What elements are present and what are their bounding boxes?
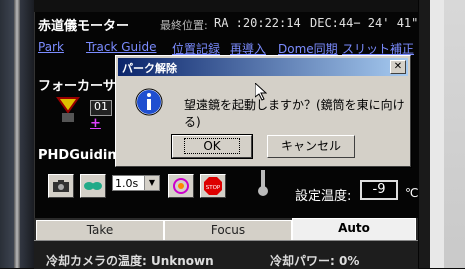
stop-button[interactable]: STOP — [200, 174, 226, 198]
close-icon[interactable]: ✕ — [390, 60, 406, 74]
dialog-message: 望遠鏡を起動しますか？(鏡筒を東に向ける) — [184, 98, 405, 129]
wallpaper-rod — [14, 0, 20, 268]
track-guide-link[interactable]: Track Guide — [86, 40, 156, 54]
exposure-value: 1.0s — [115, 177, 139, 190]
camera-button[interactable] — [48, 174, 74, 198]
set-temperature-label: 設定温度: — [295, 189, 352, 204]
panel-top-strip — [34, 0, 418, 12]
loop-button[interactable] — [80, 174, 106, 198]
camera-icon — [53, 180, 69, 192]
tab-focus[interactable]: Focus — [164, 220, 292, 240]
dialog-title: パーク解除 — [122, 62, 177, 75]
cancel-button[interactable]: キャンセル — [267, 135, 355, 158]
thermometer-icon — [255, 170, 271, 196]
chevron-down-icon[interactable]: ▼ — [144, 176, 159, 190]
set-temperature-input[interactable]: -9 — [360, 180, 398, 200]
park-release-dialog: パーク解除 ✕ 望遠鏡を起動しますか？(鏡筒を東に向ける) OK キャンセル — [115, 55, 411, 167]
mouse-cursor-icon — [254, 81, 268, 101]
tab-take[interactable]: Take — [36, 220, 164, 240]
tab-auto[interactable]: Auto — [292, 218, 416, 240]
focuser-plus-button[interactable]: + — [90, 116, 101, 131]
info-icon — [134, 87, 164, 117]
temperature-unit: ℃ — [405, 186, 419, 200]
exposure-select[interactable]: 1.0s ▼ — [112, 175, 160, 191]
desktop-window-edge — [444, 0, 465, 268]
focuser-logo-icon — [56, 96, 80, 124]
camera-temperature-status: 冷却カメラの温度: Unknown — [46, 254, 214, 268]
mount-section-title: 赤道儀モーター — [38, 19, 130, 34]
phd-section-title: PHDGuiding — [38, 148, 126, 163]
guide-button[interactable] — [168, 174, 194, 198]
park-link[interactable]: Park — [38, 40, 64, 54]
focuser-step-value[interactable]: 01 — [90, 100, 112, 116]
focuser-section-title: フォーカーサ — [38, 79, 116, 94]
last-position-label: 最終位置: — [160, 19, 208, 32]
stop-icon: STOP — [204, 177, 222, 195]
ok-button-label: OK — [184, 138, 240, 154]
ra-readout: RA :20:22:14 — [214, 16, 301, 30]
dialog-titlebar[interactable]: パーク解除 ✕ — [118, 58, 408, 76]
cooler-power-status: 冷却パワー: 0% — [270, 254, 360, 268]
glasses-icon — [84, 182, 102, 190]
dec-readout: DEC:44− 24' 41" — [310, 16, 419, 30]
guide-target-icon — [173, 178, 189, 194]
ok-button[interactable]: OK — [171, 134, 253, 159]
svg-text:STOP: STOP — [206, 185, 221, 191]
